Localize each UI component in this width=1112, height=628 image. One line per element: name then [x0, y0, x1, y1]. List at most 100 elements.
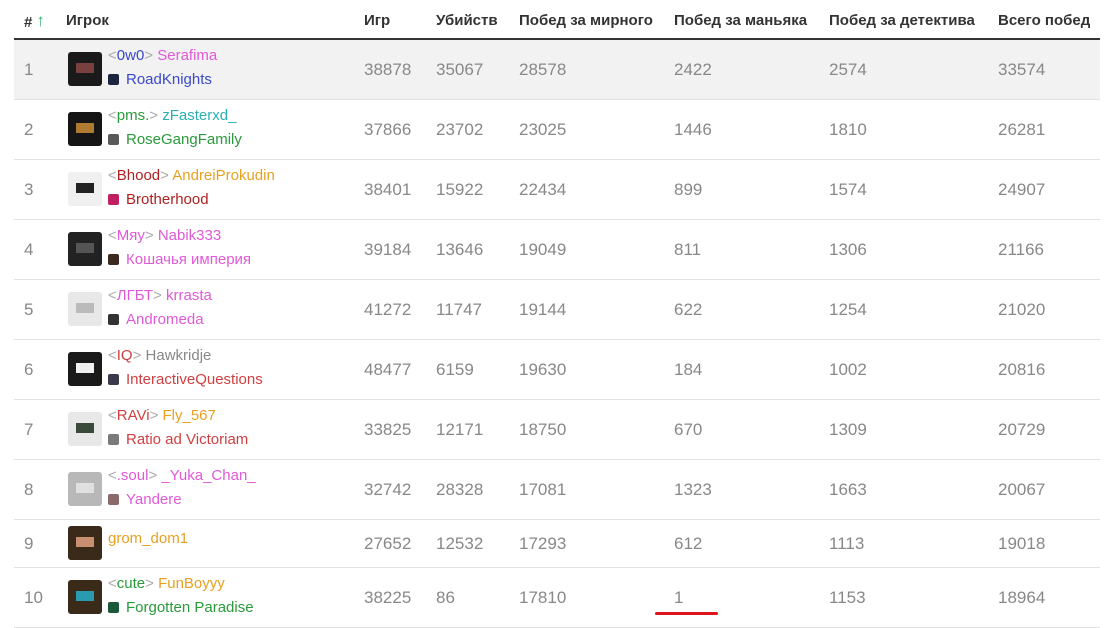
tag-open-bracket: < — [108, 287, 117, 304]
rank-cell: 1 — [24, 60, 34, 79]
games-cell: 32742 — [364, 480, 412, 499]
table-row: 7 <RAVi> Fly_567 Ratio ad Victoriam 33825 12… — [14, 400, 1100, 460]
table-body: 1 <0w0> Serafima RoadKnights 38878 35067 2857… — [14, 40, 1100, 628]
guild-name[interactable]: RoadKnights — [126, 71, 212, 88]
guild-emblem-icon — [108, 602, 119, 613]
player-avatar[interactable] — [68, 232, 102, 266]
wins-detective-column-header[interactable]: Побед за детектива — [829, 12, 975, 29]
tag-open-bracket: < — [108, 167, 117, 184]
guild-name[interactable]: Forgotten Paradise — [126, 599, 254, 616]
games-cell: 37866 — [364, 120, 412, 139]
wins-murderer-cell: 811 — [674, 240, 702, 259]
tag-close-bracket: > — [132, 347, 146, 364]
wins-murderer-cell: 1446 — [674, 120, 712, 139]
player-name-line[interactable]: <.soul> _Yuka_Chan_ — [108, 467, 256, 484]
player-name-line[interactable]: <cute> FunBoyyy — [108, 575, 225, 592]
kills-cell: 15922 — [436, 180, 484, 199]
kills-cell: 11747 — [436, 300, 483, 319]
kills-column-header[interactable]: Убийств — [436, 12, 498, 29]
wins-innocent-cell: 19144 — [519, 300, 567, 319]
avatar-face — [76, 537, 94, 547]
player-avatar[interactable] — [68, 412, 102, 446]
guild-emblem-icon — [108, 494, 119, 505]
guild-line[interactable]: RoadKnights — [108, 71, 212, 88]
guild-line[interactable]: Brotherhood — [108, 191, 209, 208]
player-name-line[interactable]: <Мяу> Nabik333 — [108, 227, 221, 244]
guild-line[interactable]: InteractiveQuestions — [108, 371, 263, 388]
player-name-line[interactable]: <RAVi> Fly_567 — [108, 407, 216, 424]
guild-line[interactable]: Yandere — [108, 491, 182, 508]
kills-cell: 28328 — [436, 480, 484, 499]
guild-name[interactable]: RoseGangFamily — [126, 131, 242, 148]
kills-cell: 35067 — [436, 60, 484, 79]
guild-name[interactable]: Brotherhood — [126, 191, 209, 208]
player-avatar[interactable] — [68, 352, 102, 386]
guild-emblem-icon — [108, 74, 119, 85]
wins-total-column-header[interactable]: Всего побед — [998, 12, 1090, 29]
table-row: 10 <cute> FunBoyyy Forgotten Paradise 38225… — [14, 568, 1100, 628]
guild-line[interactable]: Andromeda — [108, 311, 204, 328]
player-avatar[interactable] — [68, 526, 102, 560]
games-cell: 48477 — [364, 360, 412, 379]
player-name[interactable]: FunBoyyy — [158, 575, 225, 592]
leaderboard-table: # ↑ Игрок Игр Убийств Побед за мирного По… — [14, 0, 1100, 628]
player-name[interactable]: grom_dom1 — [108, 530, 188, 547]
wins-murderer-cell: 184 — [674, 360, 703, 379]
wins-innocent-column-header[interactable]: Побед за мирного — [519, 12, 653, 29]
arrow-up-icon[interactable]: ↑ — [36, 11, 45, 31]
player-name[interactable]: Fly_567 — [163, 407, 216, 424]
wins-murderer-cell: 899 — [674, 180, 703, 199]
table-row: 3 <Bhood> AndreiProkudin Brotherhood 38401 1… — [14, 160, 1100, 220]
player-name-line[interactable]: <pms.> zFasterxd_ — [108, 107, 236, 124]
player-avatar[interactable] — [68, 112, 102, 146]
kills-cell: 13646 — [436, 240, 484, 259]
player-name[interactable]: Nabik333 — [158, 227, 221, 244]
guild-line[interactable]: Кошачья империя — [108, 251, 251, 268]
player-name-line[interactable]: <ЛГБТ> krrasta — [108, 287, 212, 304]
player-name[interactable]: krrasta — [166, 287, 212, 304]
guild-name[interactable]: Andromeda — [126, 311, 204, 328]
wins-murderer-column-header[interactable]: Побед за маньяка — [674, 12, 807, 29]
guild-line[interactable]: RoseGangFamily — [108, 131, 242, 148]
player-name[interactable]: AndreiProkudin — [172, 167, 275, 184]
player-avatar[interactable] — [68, 292, 102, 326]
games-cell: 38401 — [364, 180, 412, 199]
games-column-header[interactable]: Игр — [364, 12, 390, 29]
tag-close-bracket: > — [144, 47, 158, 64]
player-column-header[interactable]: Игрок — [66, 12, 109, 29]
player-avatar[interactable] — [68, 52, 102, 86]
guild-name[interactable]: Ratio ad Victoriam — [126, 431, 248, 448]
tag-close-bracket: > — [153, 287, 167, 304]
guild-emblem-icon — [108, 374, 119, 385]
wins-total-cell: 20816 — [998, 360, 1046, 379]
guild-name[interactable]: Yandere — [126, 491, 182, 508]
wins-innocent-cell: 22434 — [519, 180, 567, 199]
player-name-line[interactable]: <IQ> Hawkridje — [108, 347, 211, 364]
player-avatar[interactable] — [68, 580, 102, 614]
guild-line[interactable]: Ratio ad Victoriam — [108, 431, 248, 448]
player-name[interactable]: Hawkridje — [146, 347, 212, 364]
player-name-line[interactable]: <0w0> Serafima — [108, 47, 217, 64]
player-avatar[interactable] — [68, 172, 102, 206]
player-avatar[interactable] — [68, 472, 102, 506]
kills-cell: 12171 — [436, 420, 484, 439]
wins-innocent-cell: 28578 — [519, 60, 567, 79]
games-cell: 38878 — [364, 60, 412, 79]
guild-name[interactable]: Кошачья империя — [126, 251, 251, 268]
guild-name[interactable]: InteractiveQuestions — [126, 371, 263, 388]
player-name[interactable]: zFasterxd_ — [162, 107, 236, 124]
games-cell: 41272 — [364, 300, 412, 319]
table-row: 6 <IQ> Hawkridje InteractiveQuestions 48477… — [14, 340, 1100, 400]
player-name[interactable]: _Yuka_Chan_ — [161, 467, 255, 484]
avatar-face — [76, 183, 94, 193]
guild-line[interactable]: Forgotten Paradise — [108, 599, 254, 616]
player-name[interactable]: Serafima — [157, 47, 217, 64]
wins-total-cell: 20067 — [998, 480, 1046, 499]
rank-column-label: # — [24, 14, 33, 31]
wins-murderer-cell: 612 — [674, 534, 703, 553]
player-name-line[interactable]: grom_dom1 — [108, 530, 188, 547]
player-name-line[interactable]: <Bhood> AndreiProkudin — [108, 167, 275, 184]
avatar-face — [76, 303, 94, 313]
sort-rank-header[interactable]: # ↑ — [24, 11, 45, 32]
wins-murderer-cell: 670 — [674, 420, 703, 439]
